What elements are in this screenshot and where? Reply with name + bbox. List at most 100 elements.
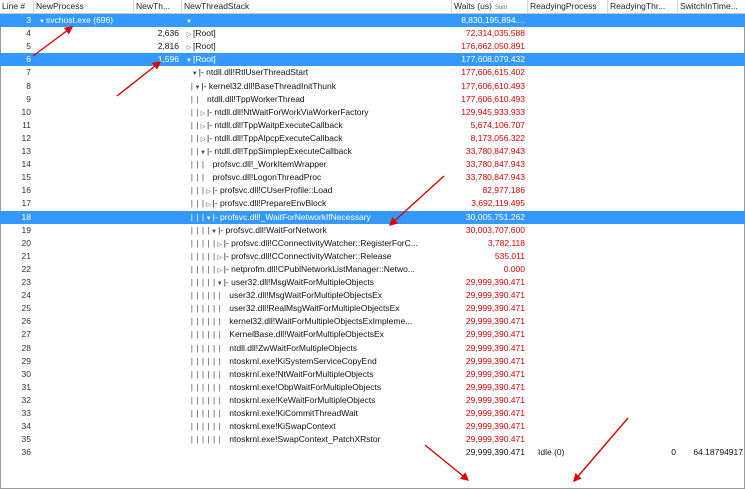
switch-in-time — [678, 315, 745, 328]
table-row[interactable]: 16 | | | ▷ |- profsvc.dll!CUserProfile::Lo… — [0, 184, 745, 197]
table-row[interactable]: 25 | | | | | | user32.dll!RealMsgWaitForM… — [0, 302, 745, 315]
tree-indent: | | | | | | — [185, 329, 222, 340]
stack-frame: [Root] — [193, 28, 216, 39]
table-row[interactable]: 30 | | | | | | ntoskrnl.exe!NtWaitForMult… — [0, 368, 745, 381]
triangle-right-icon[interactable]: ▷ — [216, 265, 224, 276]
process-cell — [34, 93, 134, 106]
readying-thread — [608, 263, 678, 276]
table-row[interactable]: 8 |▼|- kernel32.dll!BaseThreadInitThunk 1… — [0, 80, 745, 93]
triangle-right-icon[interactable]: ▷ — [199, 121, 207, 132]
stack-cell: | | | | | | user32.dll!RealMsgWaitForMult… — [182, 302, 452, 315]
table-row[interactable]: 13 | |▼|- ntdll.dll!TppSimplepExecuteCal… — [0, 145, 745, 158]
triangle-down-icon[interactable]: ▼ — [205, 213, 213, 224]
triangle-down-icon[interactable]: ▼ — [185, 55, 193, 66]
process-cell — [34, 224, 134, 237]
stack-cell: | | | | | ▷ |- profsvc.dll!CConnectivityWa… — [182, 237, 452, 250]
col-header-new-thread[interactable]: NewTh... — [134, 0, 182, 13]
col-header-switch-time[interactable]: SwitchInTime... — [678, 0, 745, 13]
waits-value: 72,314,035.588 — [465, 28, 525, 39]
line-number: 5 — [26, 41, 31, 52]
table-row[interactable]: 18 | | |▼|- profsvc.dll!_WaitForNetworkI… — [0, 210, 745, 224]
readying-thread — [608, 27, 678, 40]
table-row[interactable]: 35 | | | | | | ntoskrnl.exe!SwapContext_P… — [0, 433, 745, 446]
stack-frame: profsvc.dll!_WorkItemWrapper — [212, 159, 327, 170]
table-row[interactable]: 4 2,636 ▷ [Root] 72,314,035.588 — [0, 27, 745, 40]
table-row[interactable]: 33 | | | | | | ntoskrnl.exe!KiCommitThrea… — [0, 407, 745, 420]
triangle-right-icon[interactable]: ▷ — [216, 252, 224, 263]
table-row[interactable]: 12 | | ▷ |- ntdll.dll!TppAlpcpExecuteCallb… — [0, 132, 745, 145]
table-row[interactable]: 27 | | | | | | KernelBase.dll!WaitForMult… — [0, 328, 745, 341]
table-row[interactable]: 20 | | | | | ▷ |- profsvc.dll!CConnectivit… — [0, 237, 745, 250]
process-cell — [34, 302, 134, 315]
col-header-waits[interactable]: Waits (us) Sum — [452, 0, 528, 13]
table-row[interactable]: 29 | | | | | | ntoskrnl.exe!KiSystemServi… — [0, 355, 745, 368]
triangle-right-icon[interactable]: ▷ — [185, 29, 193, 40]
table-row[interactable]: 15 | | | profsvc.dll!LogonThreadProc 33,78… — [0, 171, 745, 184]
tree-indent: | | | | | | — [185, 434, 222, 445]
table-row[interactable]: 11 | | ▷ |- ntdll.dll!TppWaitpExecuteCallb… — [0, 119, 745, 132]
table-row[interactable]: 7 ▼|- ntdll.dll!RtlUserThreadStart 177,60… — [0, 66, 745, 79]
triangle-down-icon[interactable]: ▼ — [38, 16, 46, 27]
col-header-ready-process[interactable]: ReadyingProcess — [528, 0, 608, 13]
triangle-right-icon[interactable]: ▷ — [205, 186, 213, 197]
triangle-right-icon[interactable]: ▷ — [185, 42, 193, 53]
line-number: 21 — [21, 250, 31, 261]
stack-cell: | | | profsvc.dll!LogonThreadProc — [182, 171, 452, 184]
switch-in-time — [678, 407, 745, 420]
triangle-down-icon[interactable]: ▼ — [216, 278, 224, 289]
table-row[interactable]: 21 | | | | | ▷ |- profsvc.dll!CConnectivit… — [0, 250, 745, 263]
table-row[interactable]: 14 | | | profsvc.dll!_WorkItemWrapper 33,7… — [0, 158, 745, 171]
switch-in-time — [678, 342, 745, 355]
stack-frame: ntdll.dll!ZwWaitForMultipleObjects — [229, 342, 357, 353]
switch-in-time — [678, 158, 745, 171]
col-header-waits-label: Waits (us) — [454, 1, 492, 11]
switch-in-time — [678, 394, 745, 407]
readying-process — [528, 93, 608, 106]
col-header-ready-thread[interactable]: ReadyingThr... — [608, 0, 678, 13]
stack-frame: |- ntdll.dll!TppSimplepExecuteCallback — [207, 146, 352, 156]
stack-cell: ▷ [Root] — [182, 40, 452, 53]
stack-cell: | | ▷ |- ntdll.dll!NtWaitForWorkViaWorkerF… — [182, 106, 452, 119]
tree-indent: | | | | | — [185, 263, 216, 274]
readying-thread — [608, 276, 678, 289]
table-row[interactable]: 6 1,596 ▼[Root] 177,608,079.432 — [0, 53, 745, 67]
line-number: 23 — [21, 277, 31, 287]
table-row[interactable]: 31 | | | | | | ntoskrnl.exe!ObpWaitForMul… — [0, 381, 745, 394]
switch-in-time — [678, 276, 745, 289]
table-row[interactable]: 23 | | | | |▼|- user32.dll!MsgWaitForMul… — [0, 276, 745, 289]
switch-in-time — [678, 237, 745, 250]
readying-process — [528, 342, 608, 355]
triangle-down-icon[interactable]: ▼ — [185, 16, 193, 27]
line-number: 11 — [22, 119, 31, 130]
triangle-right-icon[interactable]: ▷ — [205, 199, 213, 210]
waits-value: 8,830,195,894.... — [461, 15, 525, 25]
triangle-down-icon[interactable]: ▼ — [199, 147, 207, 158]
table-row[interactable]: 10 | | ▷ |- ntdll.dll!NtWaitForWorkViaWork… — [0, 106, 745, 119]
col-header-stack[interactable]: NewThreadStack — [182, 0, 452, 13]
triangle-right-icon[interactable]: ▷ — [199, 134, 207, 145]
table-row[interactable]: 24 | | | | | | user32.dll!MsgWaitForMulti… — [0, 289, 745, 302]
table-row[interactable]: 26 | | | | | | kernel32.dll!WaitForMultip… — [0, 315, 745, 328]
switch-in-time — [678, 224, 745, 237]
switch-in-time — [678, 40, 745, 53]
table-row[interactable]: 32 | | | | | | ntoskrnl.exe!KeWaitForMult… — [0, 394, 745, 407]
table-row[interactable]: 3 ▼svchost.exe (696) ▼ 8,830,195,894.... — [0, 14, 745, 28]
triangle-down-icon[interactable]: ▼ — [210, 226, 218, 237]
process-cell — [34, 433, 134, 446]
col-header-line[interactable]: Line # — [0, 0, 34, 13]
readying-thread — [608, 433, 678, 446]
table-row[interactable]: 9 | | ntdll.dll!TppWorkerThread 177,606,61… — [0, 93, 745, 106]
triangle-right-icon[interactable]: ▷ — [199, 108, 207, 119]
triangle-down-icon[interactable]: ▼ — [191, 68, 199, 79]
table-row[interactable]: 22 | | | | | ▷ |- netprofm.dll!CPublNetwor… — [0, 263, 745, 276]
table-row[interactable]: 34 | | | | | | ntoskrnl.exe!KiSwapContext… — [0, 420, 745, 433]
table-row[interactable]: 28 | | | | | | ntdll.dll!ZwWaitForMultipl… — [0, 342, 745, 355]
stack-cell: | | | | | | ntoskrnl.exe!NtWaitForMultipl… — [182, 368, 452, 381]
table-row[interactable]: 17 | | | ▷ |- profsvc.dll!PrepareEnvBlock 3… — [0, 197, 745, 210]
table-row[interactable]: 5 2,816 ▷ [Root] 176,662,050.891 — [0, 40, 745, 53]
stack-cell: | | | | | | ntoskrnl.exe!ObpWaitForMultip… — [182, 381, 452, 394]
triangle-right-icon[interactable]: ▷ — [216, 239, 224, 250]
table-row[interactable]: 19 | | | |▼|- profsvc.dll!WaitForNetwork… — [0, 224, 745, 237]
table-row[interactable]: 36 29,999,390.471 Idle (0) 0 64.18794917 — [0, 446, 745, 459]
col-header-process[interactable]: NewProcess — [34, 0, 134, 13]
